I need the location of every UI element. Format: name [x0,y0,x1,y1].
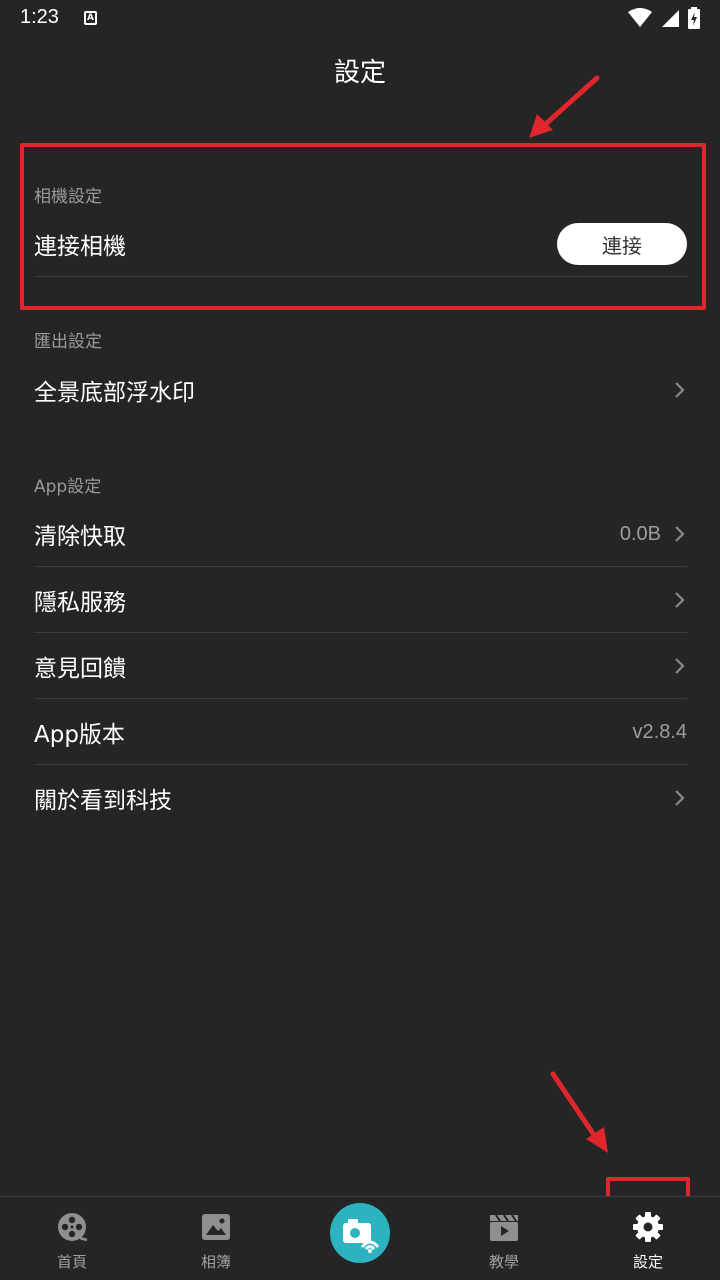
chevron-right-icon [675,382,685,398]
tab-tutorial[interactable]: 教學 [454,1197,554,1280]
chevron-right-icon [675,658,685,674]
tab-home-label: 首頁 [56,1253,87,1271]
page-title: 設定 [333,58,386,88]
connect-camera-label: 連接相機 [34,234,126,260]
feedback-label: 意見回饋 [34,656,126,682]
chevron-right-icon [675,592,685,608]
connect-camera-row: 連接相機 連接 [34,211,687,277]
tab-home[interactable]: 首頁 [22,1197,122,1280]
watermark-row[interactable]: 全景底部浮水印 [34,357,687,423]
privacy-label: 隱私服務 [34,590,126,616]
status-icons [628,7,700,29]
tab-album[interactable]: 相簿 [166,1197,266,1280]
about-row[interactable]: 關於看到科技 [34,765,687,831]
battery-charging-icon [688,7,700,29]
wifi-icon [628,8,652,27]
tab-tutorial-label: 教學 [488,1253,519,1271]
tab-settings[interactable]: 設定 [598,1197,698,1280]
connect-button[interactable]: 連接 [557,223,687,265]
section-header-app: App設定 [34,477,102,497]
section-header-camera: 相機設定 [34,187,102,207]
tab-settings-label: 設定 [632,1253,663,1271]
clear-cache-label: 清除快取 [34,524,126,550]
section-header-export: 匯出設定 [34,332,102,352]
clear-cache-row[interactable]: 清除快取 0.0B [34,501,687,567]
privacy-row[interactable]: 隱私服務 [34,567,687,633]
version-value: v2.8.4 [632,720,687,743]
gear-icon [633,1212,663,1242]
arrow-annotation-icon [550,1071,608,1153]
film-reel-icon [58,1213,88,1242]
about-label: 關於看到科技 [34,788,172,814]
chevron-right-icon [675,526,685,542]
status-bar: 1:23 A [0,0,720,38]
chevron-right-icon [675,790,685,806]
image-icon [202,1214,230,1240]
signal-icon [662,10,679,27]
version-label: App版本 [34,722,125,748]
tab-album-label: 相簿 [200,1253,231,1271]
version-row: App版本 v2.8.4 [34,699,687,765]
camera-wifi-icon [343,1219,380,1253]
cache-size-value: 0.0B [619,522,661,545]
watermark-label: 全景底部浮水印 [34,380,195,406]
notification-a-icon: A [84,11,97,25]
camera-wifi-button[interactable] [330,1203,390,1263]
feedback-row[interactable]: 意見回饋 [34,633,687,699]
clapperboard-icon [490,1214,518,1241]
status-time: 1:23 [20,6,59,28]
